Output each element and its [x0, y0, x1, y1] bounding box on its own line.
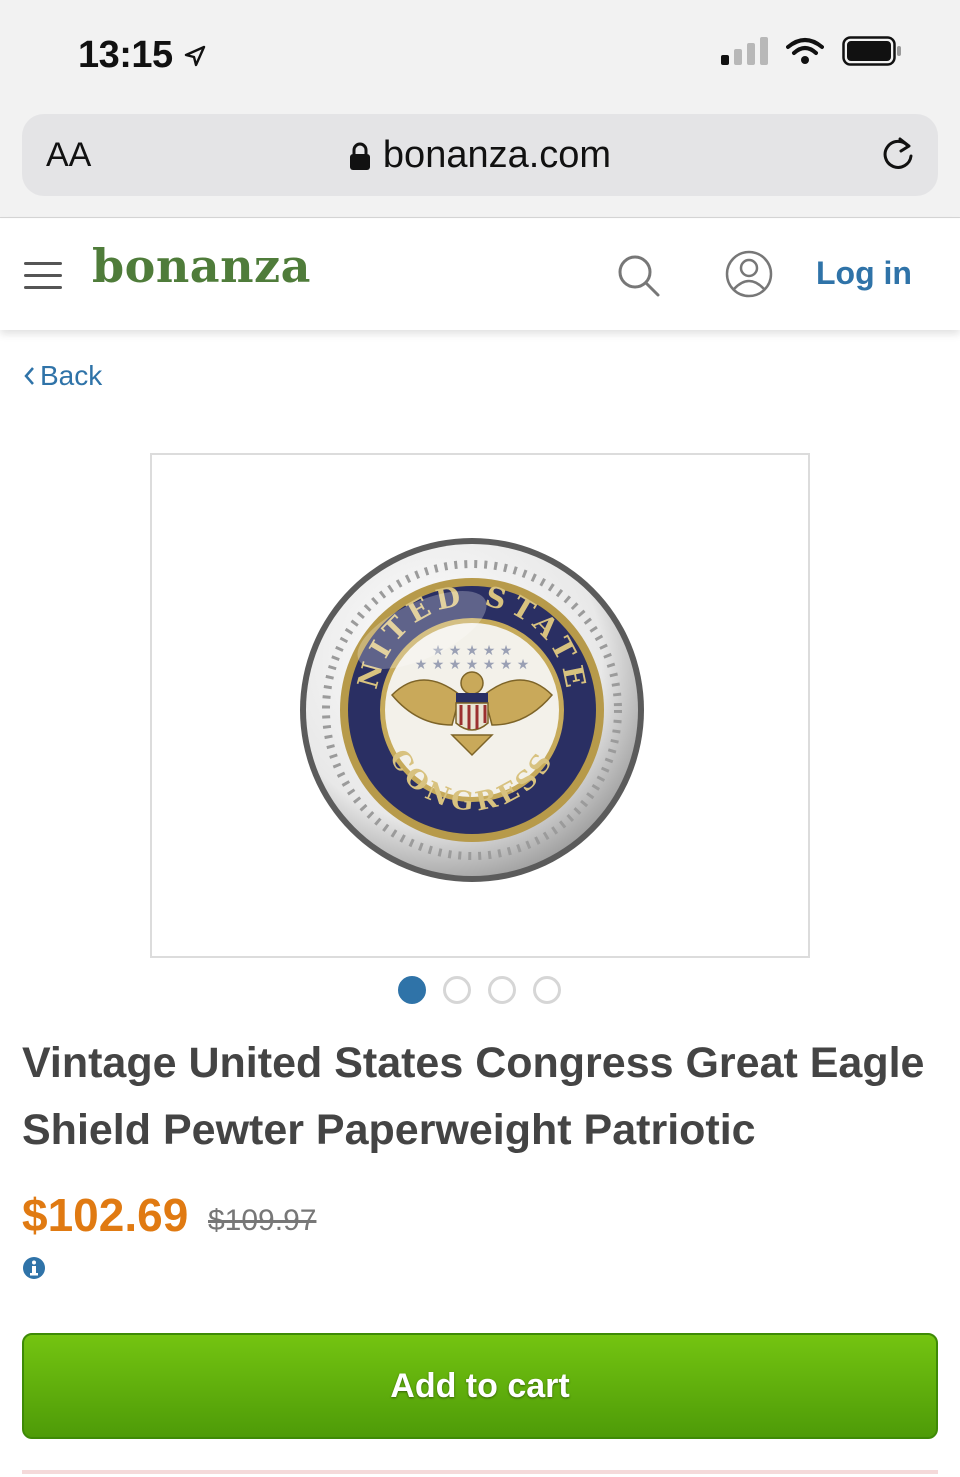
- carousel-dot-4[interactable]: [533, 976, 561, 1004]
- url-text: bonanza.com: [382, 134, 612, 176]
- divider: [22, 1470, 938, 1474]
- info-icon[interactable]: [22, 1256, 46, 1280]
- status-time: 13:15: [78, 34, 207, 77]
- product-image: UNITED STATES CONGRESS ★ ★ ★ ★ ★ ★ ★ ★ ★…: [137, 429, 644, 882]
- back-label: Back: [40, 360, 103, 391]
- product-image-frame[interactable]: UNITED STATES CONGRESS ★ ★ ★ ★ ★ ★ ★ ★ ★…: [137, 429, 810, 958]
- status-icons: [721, 36, 902, 66]
- svg-text:★ ★ ★ ★ ★ ★ ★: ★ ★ ★ ★ ★ ★ ★: [415, 657, 530, 673]
- account-icon[interactable]: [724, 249, 774, 299]
- lock-icon: [349, 142, 370, 170]
- battery-icon: [842, 36, 901, 66]
- menu-icon[interactable]: [24, 262, 62, 298]
- status-time-text: 13:15: [78, 34, 173, 76]
- url-display[interactable]: bonanza.com: [22, 134, 938, 177]
- login-link[interactable]: Log in: [816, 255, 912, 292]
- reload-icon[interactable]: [876, 132, 920, 176]
- chevron-left-icon: [24, 367, 34, 385]
- carousel-dot-2[interactable]: [443, 976, 471, 1004]
- cellular-signal-icon: [721, 37, 768, 65]
- location-arrow-icon: [184, 45, 205, 66]
- current-price: $102.69: [22, 1189, 189, 1241]
- add-to-cart-button[interactable]: Add to cart: [22, 1333, 938, 1439]
- bonanza-logo[interactable]: bonanza: [92, 239, 311, 293]
- browser-chrome: 13:15 AA bonanza.com: [0, 0, 960, 218]
- original-price: $109.97: [208, 1204, 317, 1237]
- carousel-dot-3[interactable]: [488, 976, 516, 1004]
- wifi-icon: [786, 38, 824, 64]
- product-title: Vintage United States Congress Great Eag…: [22, 1039, 925, 1154]
- carousel-dot-1[interactable]: [398, 976, 426, 1004]
- search-icon[interactable]: [614, 251, 662, 299]
- carousel-indicator: [398, 976, 561, 1004]
- back-link[interactable]: Back: [22, 360, 102, 392]
- site-header: bonanza Log in: [0, 219, 960, 330]
- address-bar[interactable]: AA bonanza.com: [22, 114, 938, 196]
